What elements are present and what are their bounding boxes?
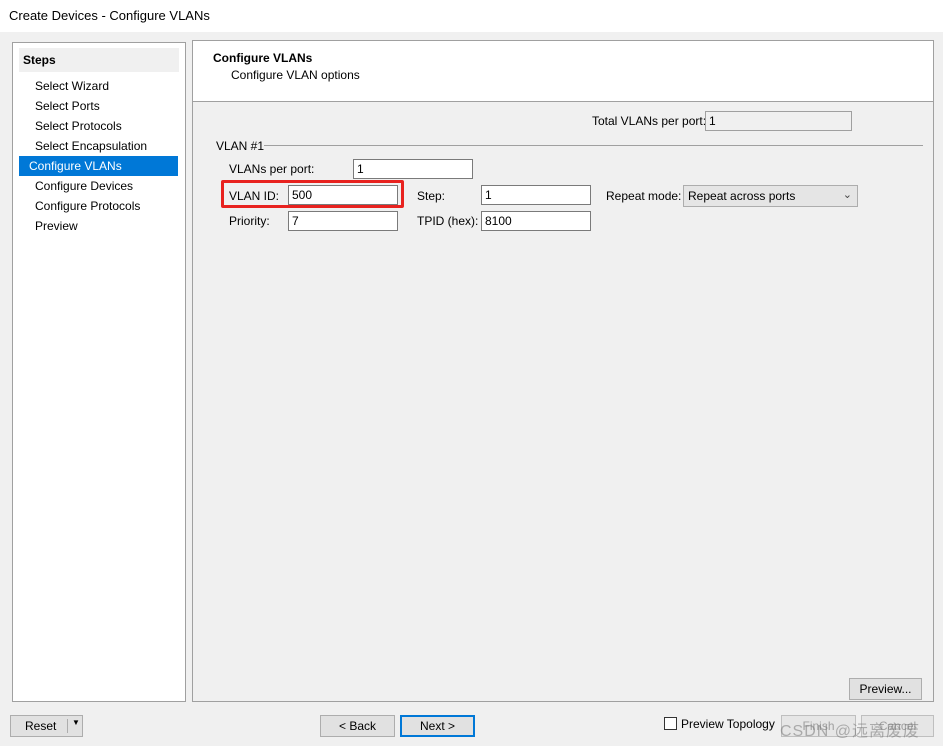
repeat-mode-label: Repeat mode:	[606, 189, 682, 203]
step-configure-protocols[interactable]: Configure Protocols	[19, 196, 178, 216]
vlans-per-port-input[interactable]: 1	[353, 159, 473, 179]
group-divider	[264, 145, 923, 146]
main-panel: Configure VLANs Configure VLAN options	[192, 40, 934, 702]
step-select-wizard[interactable]: Select Wizard	[19, 76, 178, 96]
watermark: CSDN @远离废废	[780, 723, 921, 740]
repeat-mode-value: Repeat across ports	[688, 189, 796, 203]
reset-label: Reset	[25, 719, 57, 733]
step-configure-vlans[interactable]: Configure VLANs	[19, 156, 178, 176]
tpid-label: TPID (hex):	[417, 214, 479, 228]
preview-topology-label[interactable]: Preview Topology	[681, 717, 775, 731]
back-button[interactable]: < Back	[320, 715, 395, 737]
next-button[interactable]: Next >	[400, 715, 475, 737]
step-configure-devices[interactable]: Configure Devices	[19, 176, 178, 196]
step-select-ports[interactable]: Select Ports	[19, 96, 178, 116]
step-preview[interactable]: Preview	[19, 216, 178, 236]
preview-topology-checkbox[interactable]	[664, 717, 677, 730]
total-vlans-label: Total VLANs per port:	[592, 114, 707, 128]
vlans-per-port-label: VLANs per port:	[229, 162, 315, 176]
chevron-down-icon: ⌄	[842, 189, 852, 201]
preview-button[interactable]: Preview...	[849, 678, 922, 700]
priority-input[interactable]: 7	[288, 211, 398, 231]
split-divider	[67, 719, 68, 733]
steps-panel: Steps Select Wizard Select Ports Select …	[12, 42, 186, 702]
reset-button[interactable]: Reset ▼	[10, 715, 83, 737]
repeat-mode-select[interactable]: Repeat across ports ⌄	[683, 185, 858, 207]
steps-header: Steps	[19, 48, 179, 72]
tpid-input[interactable]: 8100	[481, 211, 591, 231]
vlan-id-input[interactable]: 500	[288, 185, 398, 205]
vlan-id-label: VLAN ID:	[229, 189, 280, 203]
page-subtitle: Configure VLAN options	[231, 68, 360, 82]
step-select-encapsulation[interactable]: Select Encapsulation	[19, 136, 178, 156]
step-select-protocols[interactable]: Select Protocols	[19, 116, 178, 136]
vlan-group-label: VLAN #1	[216, 139, 265, 153]
window-title: Create Devices - Configure VLANs	[0, 0, 943, 32]
page-title: Configure VLANs	[213, 51, 313, 65]
priority-label: Priority:	[229, 214, 270, 228]
caret-down-icon[interactable]: ▼	[72, 718, 80, 727]
step-input[interactable]: 1	[481, 185, 591, 205]
step-label: Step:	[417, 189, 446, 203]
total-vlans-field: 1	[705, 111, 852, 131]
page-header: Configure VLANs Configure VLAN options	[193, 41, 933, 102]
